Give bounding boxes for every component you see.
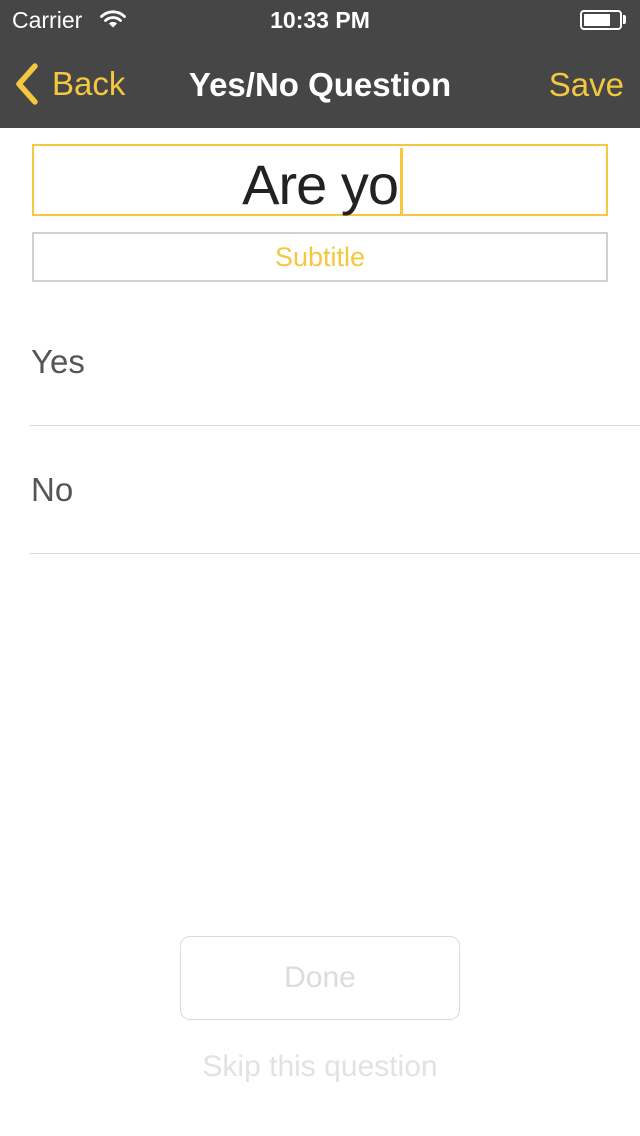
header: Carrier 10:33 PM Back Yes/No Question Sa… [0, 0, 640, 128]
option-label: Yes [31, 343, 85, 380]
option-label: No [31, 471, 74, 508]
text-cursor [400, 148, 403, 214]
option-yes[interactable]: Yes [30, 298, 640, 426]
battery-nub [623, 15, 626, 24]
question-title-input[interactable]: Are yo [32, 144, 608, 216]
page-title: Yes/No Question [188, 66, 452, 103]
status-bar: Carrier 10:33 PM [0, 0, 640, 40]
battery-icon [580, 10, 622, 30]
skip-question-link[interactable]: Skip this question [0, 1050, 640, 1084]
subtitle-input[interactable]: Subtitle [32, 232, 608, 282]
battery-fill [584, 14, 610, 26]
clock: 10:33 PM [270, 7, 370, 33]
done-button[interactable]: Done [180, 936, 460, 1020]
question-title-value: Are yo [242, 153, 399, 216]
option-no[interactable]: No [30, 426, 640, 554]
navigation-bar: Back Yes/No Question Save [0, 40, 640, 128]
save-button[interactable]: Save [549, 66, 624, 104]
